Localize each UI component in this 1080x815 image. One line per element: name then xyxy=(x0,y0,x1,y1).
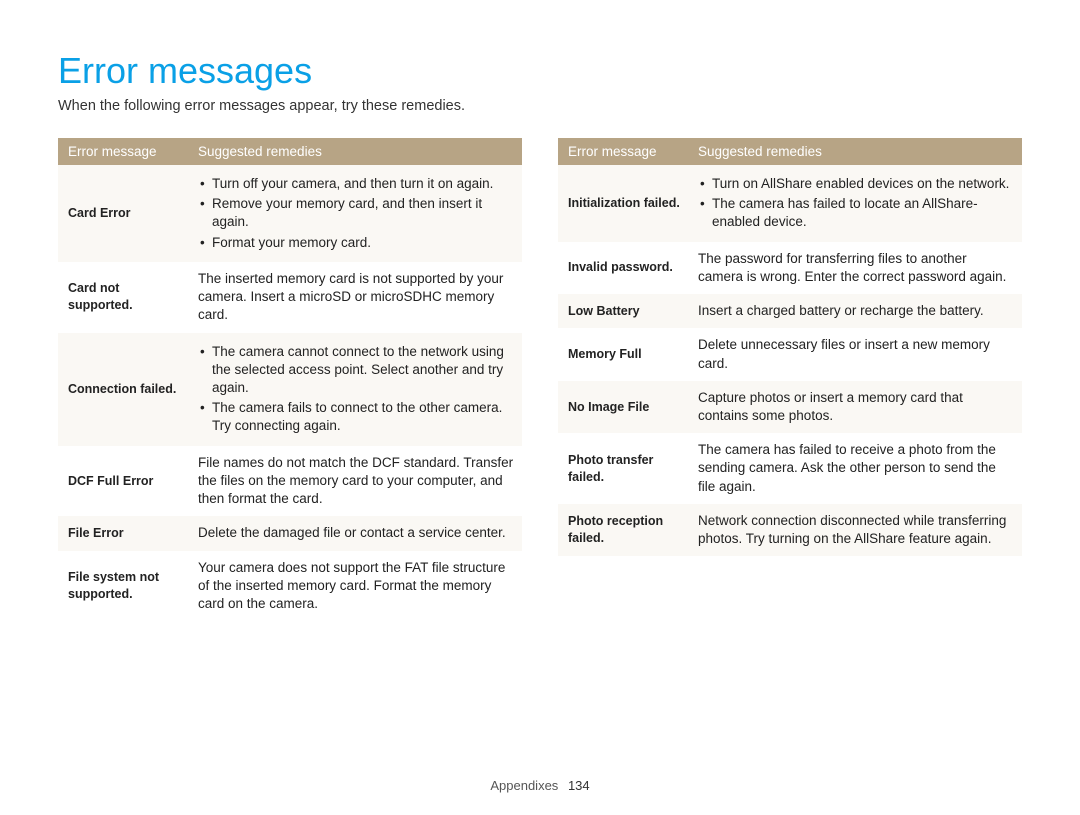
two-column-layout: Error message Suggested remedies Card Er… xyxy=(58,138,1022,621)
remedy-cell: The inserted memory card is not supporte… xyxy=(188,262,522,333)
tbody-left: Card Error Turn off your camera, and then… xyxy=(58,165,522,621)
table-row: Photo transfer failed.The camera has fai… xyxy=(558,433,1022,504)
remedy-cell: Your camera does not support the FAT fil… xyxy=(188,551,522,622)
left-column: Error message Suggested remedies Card Er… xyxy=(58,138,522,621)
remedy-cell: The camera has failed to receive a photo… xyxy=(688,433,1022,504)
remedy-list-item: The camera cannot connect to the network… xyxy=(198,343,514,398)
intro-text: When the following error messages appear… xyxy=(58,98,1022,114)
error-table-right: Error message Suggested remedies Initial… xyxy=(558,138,1022,556)
page-title: Error messages xyxy=(58,50,1022,92)
remedy-list: The camera cannot connect to the network… xyxy=(198,343,514,436)
remedy-list-item: Turn on AllShare enabled devices on the … xyxy=(698,175,1014,193)
footer-page-number: 134 xyxy=(568,778,590,793)
remedy-cell: Insert a charged battery or recharge the… xyxy=(688,294,1022,328)
th-suggested-remedies: Suggested remedies xyxy=(688,138,1022,165)
error-message-cell: Connection failed. xyxy=(58,333,188,446)
footer-section: Appendixes xyxy=(490,778,558,793)
error-message-cell: Photo transfer failed. xyxy=(558,433,688,504)
th-suggested-remedies: Suggested remedies xyxy=(188,138,522,165)
error-message-cell: File Error xyxy=(58,516,188,550)
table-row: Low BatteryInsert a charged battery or r… xyxy=(558,294,1022,328)
tbody-right: Initialization failed. Turn on AllShare e… xyxy=(558,165,1022,556)
remedy-cell: The password for transferring files to a… xyxy=(688,242,1022,294)
error-message-cell: DCF Full Error xyxy=(58,446,188,517)
table-row: File system not supported.Your camera do… xyxy=(58,551,522,622)
table-row: Connection failed.The camera cannot conn… xyxy=(58,333,522,446)
table-row: DCF Full ErrorFile names do not match th… xyxy=(58,446,522,517)
table-row: Invalid password.The password for transf… xyxy=(558,242,1022,294)
error-message-cell: Memory Full xyxy=(558,328,688,380)
error-table-left: Error message Suggested remedies Card Er… xyxy=(58,138,522,621)
remedy-list: Turn off your camera, and then turn it o… xyxy=(198,175,514,252)
remedy-cell: Delete the damaged file or contact a ser… xyxy=(188,516,522,550)
remedy-list-item: Format your memory card. xyxy=(198,234,514,252)
remedy-cell: Turn off your camera, and then turn it o… xyxy=(188,165,522,262)
remedy-list-item: The camera fails to connect to the other… xyxy=(198,399,514,435)
table-row: Initialization failed. Turn on AllShare e… xyxy=(558,165,1022,242)
table-row: Card Error Turn off your camera, and then… xyxy=(58,165,522,262)
right-column: Error message Suggested remedies Initial… xyxy=(558,138,1022,621)
th-error-message: Error message xyxy=(58,138,188,165)
remedy-cell: The camera cannot connect to the network… xyxy=(188,333,522,446)
error-message-cell: Invalid password. xyxy=(558,242,688,294)
remedy-list: Turn on AllShare enabled devices on the … xyxy=(698,175,1014,232)
error-message-cell: No Image File xyxy=(558,381,688,433)
error-message-cell: Photo reception failed. xyxy=(558,504,688,556)
remedy-cell: File names do not match the DCF standard… xyxy=(188,446,522,517)
remedy-list-item: Turn off your camera, and then turn it o… xyxy=(198,175,514,193)
table-row: Photo reception failed.Network connectio… xyxy=(558,504,1022,556)
remedy-cell: Turn on AllShare enabled devices on the … xyxy=(688,165,1022,242)
table-row: No Image FileCapture photos or insert a … xyxy=(558,381,1022,433)
table-row: Card not supported.The inserted memory c… xyxy=(58,262,522,333)
manual-page: Error messages When the following error … xyxy=(0,0,1080,815)
page-footer: Appendixes 134 xyxy=(0,778,1080,793)
remedy-list-item: The camera has failed to locate an AllSh… xyxy=(698,195,1014,231)
error-message-cell: Low Battery xyxy=(558,294,688,328)
table-row: File ErrorDelete the damaged file or con… xyxy=(58,516,522,550)
remedy-cell: Delete unnecessary files or insert a new… xyxy=(688,328,1022,380)
error-message-cell: Initialization failed. xyxy=(558,165,688,242)
table-row: Memory FullDelete unnecessary files or i… xyxy=(558,328,1022,380)
error-message-cell: Card Error xyxy=(58,165,188,262)
remedy-cell: Network connection disconnected while tr… xyxy=(688,504,1022,556)
error-message-cell: File system not supported. xyxy=(58,551,188,622)
remedy-cell: Capture photos or insert a memory card t… xyxy=(688,381,1022,433)
error-message-cell: Card not supported. xyxy=(58,262,188,333)
remedy-list-item: Remove your memory card, and then insert… xyxy=(198,195,514,231)
th-error-message: Error message xyxy=(558,138,688,165)
